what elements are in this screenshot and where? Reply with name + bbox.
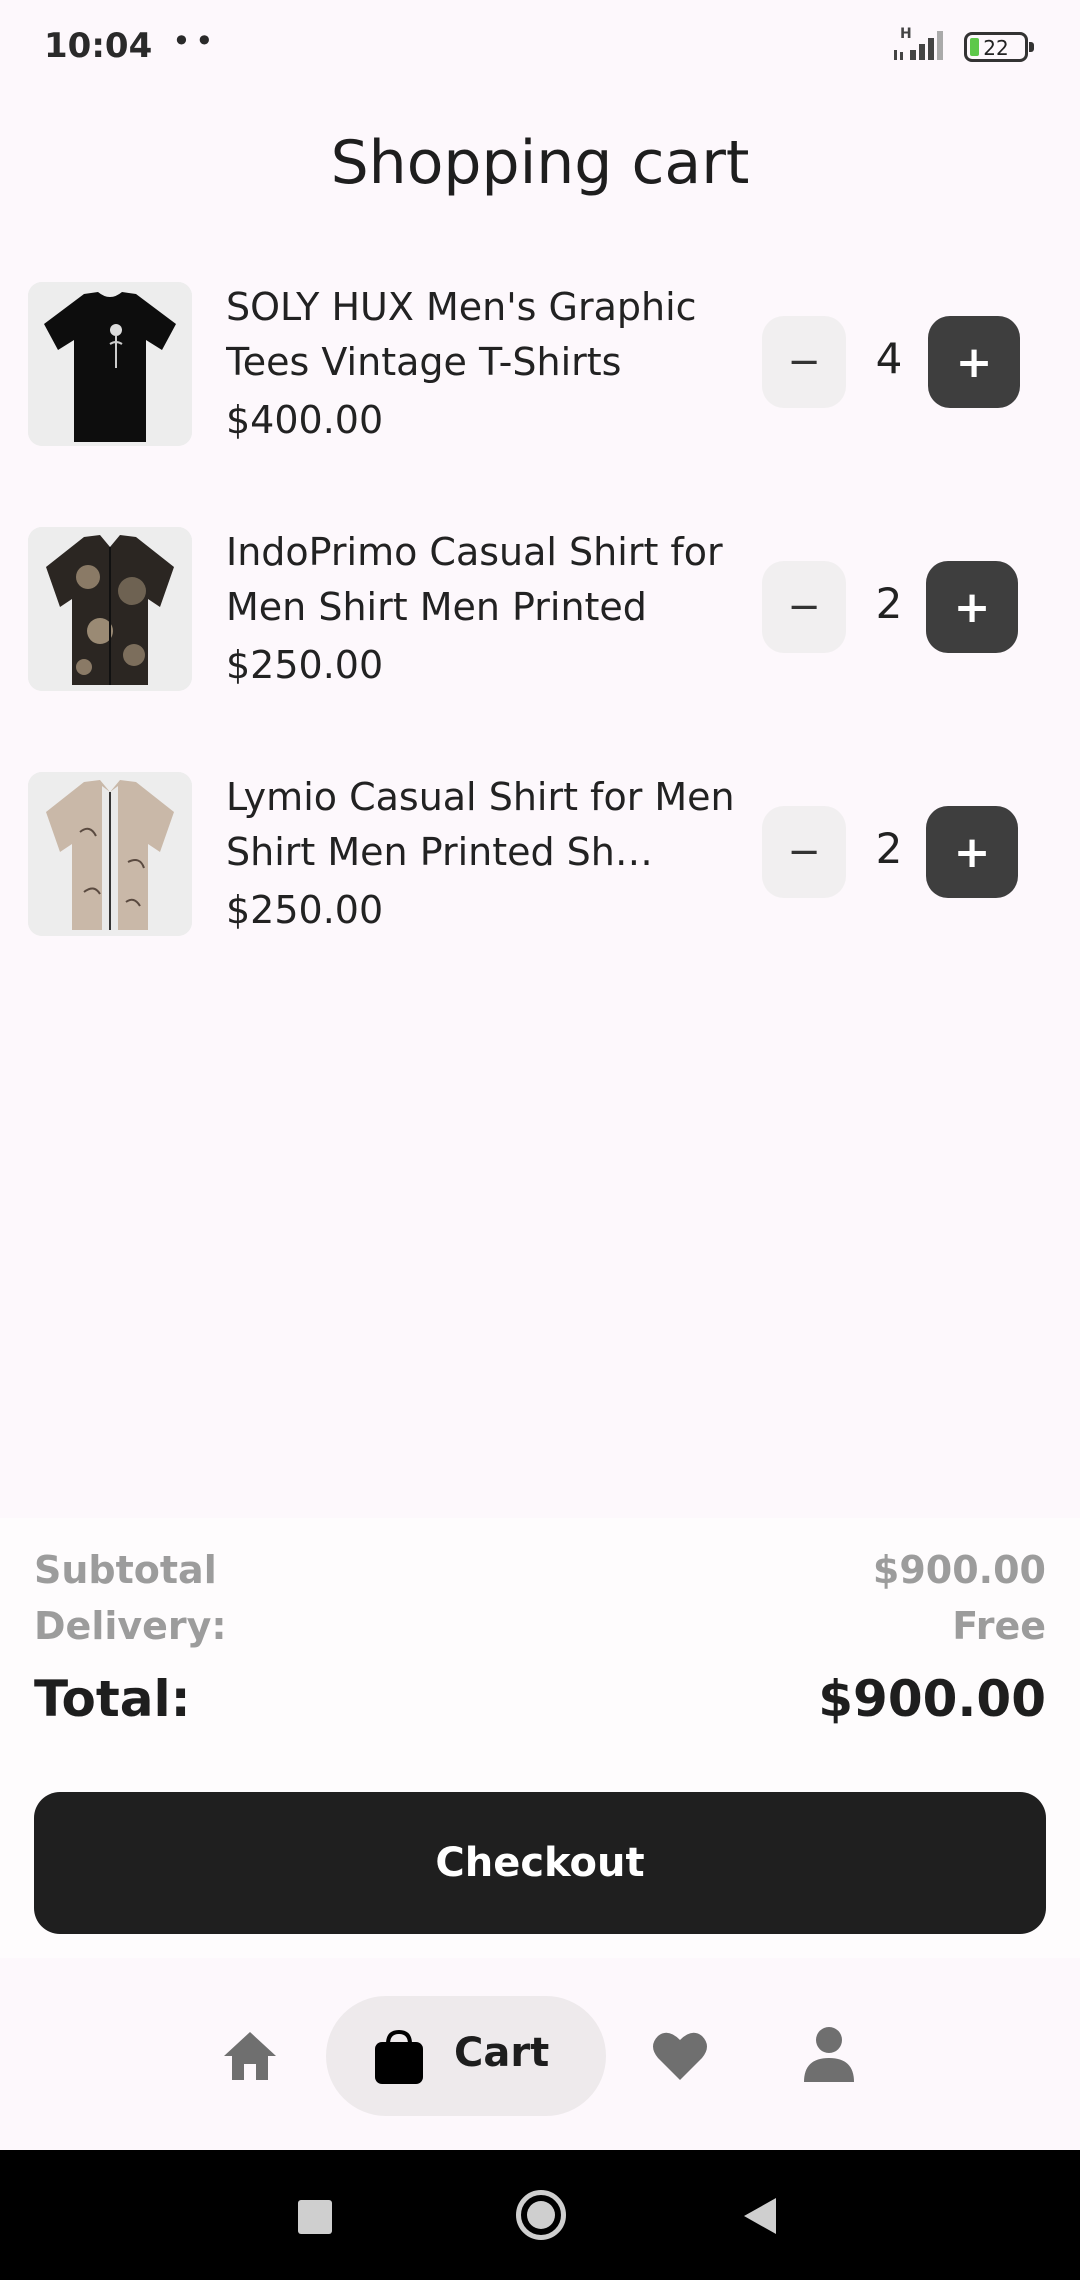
signal-icon <box>894 31 943 60</box>
subtotal-label: Subtotal <box>34 1548 217 1592</box>
status-time: 10:04 <box>44 26 153 66</box>
product-image-dark-printed-shirt[interactable] <box>28 527 192 691</box>
back-icon[interactable] <box>742 2196 778 2236</box>
notification-dots-icon: •• <box>172 22 218 60</box>
cart-item[interactable]: IndoPrimo Casual Shirt for Men Shirt Men… <box>0 525 1080 695</box>
page-title: Shopping cart <box>330 128 750 198</box>
product-name[interactable]: Lymio Casual Shirt for Men Shirt Men Pri… <box>226 770 746 880</box>
subtotal-value: $900.00 <box>872 1548 1046 1592</box>
decrease-quantity-button[interactable]: − <box>762 561 846 653</box>
increase-quantity-button[interactable]: + <box>926 806 1018 898</box>
heart-icon[interactable] <box>650 2026 710 2084</box>
product-price: $250.00 <box>226 643 384 687</box>
delivery-value: Free <box>952 1604 1046 1648</box>
increase-quantity-button[interactable]: + <box>926 561 1018 653</box>
product-image-black-tshirt[interactable] <box>28 282 192 446</box>
cart-item[interactable]: SOLY HUX Men's Graphic Tees Vintage T-Sh… <box>0 280 1080 450</box>
battery-icon: 22 <box>964 32 1034 62</box>
recent-apps-icon[interactable] <box>298 2200 332 2234</box>
nav-cart-tab[interactable]: Cart <box>326 1996 606 2116</box>
system-nav-bar <box>0 2150 1080 2280</box>
quantity-value: 2 <box>875 824 903 873</box>
decrease-quantity-button[interactable]: − <box>762 316 846 408</box>
cart-item[interactable]: Lymio Casual Shirt for Men Shirt Men Pri… <box>0 770 1080 940</box>
product-name[interactable]: SOLY HUX Men's Graphic Tees Vintage T-Sh… <box>226 280 746 390</box>
product-name[interactable]: IndoPrimo Casual Shirt for Men Shirt Men… <box>226 525 746 635</box>
quantity-value: 4 <box>875 334 903 383</box>
product-image-beige-printed-shirt[interactable] <box>28 772 192 936</box>
quantity-value: 2 <box>875 579 903 628</box>
system-home-icon[interactable] <box>516 2190 566 2240</box>
total-label: Total: <box>34 1670 191 1728</box>
nav-cart-label: Cart <box>454 2030 550 2076</box>
product-price: $400.00 <box>226 398 384 442</box>
bottom-nav: Cart <box>0 1958 1080 2150</box>
status-bar: 10:04 •• H 22 <box>0 0 1080 96</box>
battery-percent: 22 <box>983 36 1009 60</box>
person-icon[interactable] <box>800 2024 858 2084</box>
checkout-button[interactable]: Checkout <box>34 1792 1046 1934</box>
total-value: $900.00 <box>818 1670 1046 1728</box>
delivery-label: Delivery: <box>34 1604 227 1648</box>
shopping-bag-icon <box>375 2029 423 2084</box>
decrease-quantity-button[interactable]: − <box>762 806 846 898</box>
home-icon[interactable] <box>220 2028 280 2084</box>
increase-quantity-button[interactable]: + <box>928 316 1020 408</box>
product-price: $250.00 <box>226 888 384 932</box>
